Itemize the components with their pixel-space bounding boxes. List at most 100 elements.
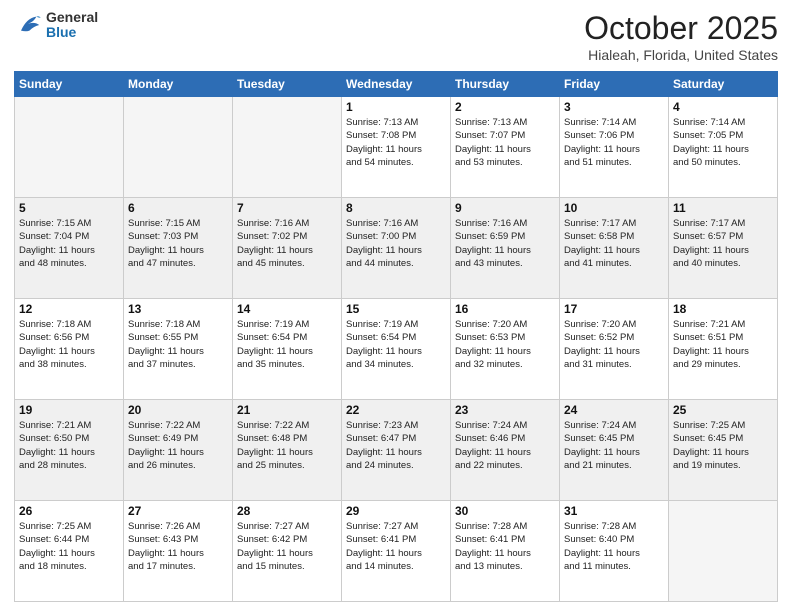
calendar-cell: 16Sunrise: 7:20 AMSunset: 6:53 PMDayligh… — [451, 299, 560, 400]
calendar-cell: 2Sunrise: 7:13 AMSunset: 7:07 PMDaylight… — [451, 97, 560, 198]
day-number: 4 — [673, 100, 773, 114]
day-number: 2 — [455, 100, 555, 114]
day-info: Sunrise: 7:25 AMSunset: 6:45 PMDaylight:… — [673, 419, 773, 472]
day-info: Sunrise: 7:23 AMSunset: 6:47 PMDaylight:… — [346, 419, 446, 472]
day-info: Sunrise: 7:16 AMSunset: 6:59 PMDaylight:… — [455, 217, 555, 270]
day-number: 26 — [19, 504, 119, 518]
weekday-header-friday: Friday — [560, 72, 669, 97]
calendar-week-row: 5Sunrise: 7:15 AMSunset: 7:04 PMDaylight… — [15, 198, 778, 299]
calendar-cell: 6 Sunrise: 7:15 AMSunset: 7:03 PMDaylight… — [124, 198, 233, 299]
calendar-cell: 12 Sunrise: 7:18 AMSunset: 6:56 PMDayligh… — [15, 299, 124, 400]
logo-general: General — [46, 10, 98, 25]
day-number: 9 — [455, 201, 555, 215]
day-number: 22 — [346, 403, 446, 417]
day-number: 8 — [346, 201, 446, 215]
day-info: Sunrise: 7:22 AMSunset: 6:48 PMDaylight:… — [237, 419, 337, 472]
logo-bird-icon — [14, 11, 42, 39]
title-block: October 2025 Hialeah, Florida, United St… — [584, 10, 778, 63]
calendar-cell: 26Sunrise: 7:25 AMSunset: 6:44 PMDayligh… — [15, 501, 124, 602]
day-number: 31 — [564, 504, 664, 518]
day-info: Sunrise: 7:27 AMSunset: 6:42 PMDaylight:… — [237, 520, 337, 573]
calendar-cell: 15Sunrise: 7:19 AMSunset: 6:54 PMDayligh… — [342, 299, 451, 400]
calendar-cell: 7 Sunrise: 7:16 AMSunset: 7:02 PMDaylight… — [233, 198, 342, 299]
day-number: 28 — [237, 504, 337, 518]
calendar-cell: 22 Sunrise: 7:23 AMSunset: 6:47 PMDayligh… — [342, 400, 451, 501]
calendar-table: SundayMondayTuesdayWednesdayThursdayFrid… — [14, 71, 778, 602]
calendar-cell: 27 Sunrise: 7:26 AMSunset: 6:43 PMDayligh… — [124, 501, 233, 602]
calendar-week-row: 19 Sunrise: 7:21 AMSunset: 6:50 PMDayligh… — [15, 400, 778, 501]
calendar-cell: 23 Sunrise: 7:24 AMSunset: 6:46 PMDayligh… — [451, 400, 560, 501]
day-info: Sunrise: 7:18 AMSunset: 6:55 PMDaylight:… — [128, 318, 228, 371]
calendar-cell: 30 Sunrise: 7:28 AMSunset: 6:41 PMDayligh… — [451, 501, 560, 602]
day-number: 10 — [564, 201, 664, 215]
day-number: 21 — [237, 403, 337, 417]
day-info: Sunrise: 7:22 AMSunset: 6:49 PMDaylight:… — [128, 419, 228, 472]
day-info: Sunrise: 7:24 AMSunset: 6:46 PMDaylight:… — [455, 419, 555, 472]
calendar-cell: 8 Sunrise: 7:16 AMSunset: 7:00 PMDaylight… — [342, 198, 451, 299]
calendar-week-row: 12 Sunrise: 7:18 AMSunset: 6:56 PMDayligh… — [15, 299, 778, 400]
day-number: 3 — [564, 100, 664, 114]
calendar-cell: 5Sunrise: 7:15 AMSunset: 7:04 PMDaylight… — [15, 198, 124, 299]
calendar-cell: 19 Sunrise: 7:21 AMSunset: 6:50 PMDayligh… — [15, 400, 124, 501]
calendar-cell — [15, 97, 124, 198]
day-info: Sunrise: 7:21 AMSunset: 6:50 PMDaylight:… — [19, 419, 119, 472]
day-number: 20 — [128, 403, 228, 417]
day-number: 5 — [19, 201, 119, 215]
day-number: 15 — [346, 302, 446, 316]
day-number: 1 — [346, 100, 446, 114]
day-info: Sunrise: 7:16 AMSunset: 7:02 PMDaylight:… — [237, 217, 337, 270]
day-info: Sunrise: 7:28 AMSunset: 6:41 PMDaylight:… — [455, 520, 555, 573]
calendar-cell: 4Sunrise: 7:14 AMSunset: 7:05 PMDaylight… — [669, 97, 778, 198]
day-info: Sunrise: 7:20 AMSunset: 6:52 PMDaylight:… — [564, 318, 664, 371]
day-info: Sunrise: 7:15 AMSunset: 7:03 PMDaylight:… — [128, 217, 228, 270]
calendar-cell — [233, 97, 342, 198]
day-number: 25 — [673, 403, 773, 417]
day-number: 14 — [237, 302, 337, 316]
day-info: Sunrise: 7:27 AMSunset: 6:41 PMDaylight:… — [346, 520, 446, 573]
day-number: 27 — [128, 504, 228, 518]
logo-text: General Blue — [46, 10, 98, 41]
weekday-header-tuesday: Tuesday — [233, 72, 342, 97]
day-number: 30 — [455, 504, 555, 518]
day-number: 6 — [128, 201, 228, 215]
logo: General Blue — [14, 10, 98, 41]
day-number: 29 — [346, 504, 446, 518]
day-number: 13 — [128, 302, 228, 316]
calendar-cell — [124, 97, 233, 198]
weekday-header-sunday: Sunday — [15, 72, 124, 97]
calendar-cell: 10Sunrise: 7:17 AMSunset: 6:58 PMDayligh… — [560, 198, 669, 299]
calendar-week-row: 1Sunrise: 7:13 AMSunset: 7:08 PMDaylight… — [15, 97, 778, 198]
day-number: 12 — [19, 302, 119, 316]
calendar-cell: 9 Sunrise: 7:16 AMSunset: 6:59 PMDaylight… — [451, 198, 560, 299]
location: Hialeah, Florida, United States — [584, 47, 778, 63]
day-number: 16 — [455, 302, 555, 316]
day-info: Sunrise: 7:21 AMSunset: 6:51 PMDaylight:… — [673, 318, 773, 371]
calendar-cell: 18 Sunrise: 7:21 AMSunset: 6:51 PMDayligh… — [669, 299, 778, 400]
calendar-cell: 25 Sunrise: 7:25 AMSunset: 6:45 PMDayligh… — [669, 400, 778, 501]
day-info: Sunrise: 7:24 AMSunset: 6:45 PMDaylight:… — [564, 419, 664, 472]
month-title: October 2025 — [584, 10, 778, 47]
logo-blue: Blue — [46, 25, 98, 40]
day-info: Sunrise: 7:19 AMSunset: 6:54 PMDaylight:… — [237, 318, 337, 371]
weekday-header-saturday: Saturday — [669, 72, 778, 97]
day-number: 19 — [19, 403, 119, 417]
calendar-cell: 20 Sunrise: 7:22 AMSunset: 6:49 PMDayligh… — [124, 400, 233, 501]
calendar-cell: 13 Sunrise: 7:18 AMSunset: 6:55 PMDayligh… — [124, 299, 233, 400]
page: General Blue October 2025 Hialeah, Flori… — [0, 0, 792, 612]
day-number: 23 — [455, 403, 555, 417]
day-number: 11 — [673, 201, 773, 215]
calendar-cell: 1Sunrise: 7:13 AMSunset: 7:08 PMDaylight… — [342, 97, 451, 198]
day-number: 7 — [237, 201, 337, 215]
calendar-cell: 14 Sunrise: 7:19 AMSunset: 6:54 PMDayligh… — [233, 299, 342, 400]
day-info: Sunrise: 7:14 AMSunset: 7:06 PMDaylight:… — [564, 116, 664, 169]
calendar-cell: 31Sunrise: 7:28 AMSunset: 6:40 PMDayligh… — [560, 501, 669, 602]
calendar-cell: 17Sunrise: 7:20 AMSunset: 6:52 PMDayligh… — [560, 299, 669, 400]
weekday-header-monday: Monday — [124, 72, 233, 97]
day-info: Sunrise: 7:26 AMSunset: 6:43 PMDaylight:… — [128, 520, 228, 573]
day-number: 18 — [673, 302, 773, 316]
header: General Blue October 2025 Hialeah, Flori… — [14, 10, 778, 63]
day-info: Sunrise: 7:18 AMSunset: 6:56 PMDaylight:… — [19, 318, 119, 371]
day-info: Sunrise: 7:16 AMSunset: 7:00 PMDaylight:… — [346, 217, 446, 270]
calendar-cell: 3 Sunrise: 7:14 AMSunset: 7:06 PMDaylight… — [560, 97, 669, 198]
weekday-header-wednesday: Wednesday — [342, 72, 451, 97]
